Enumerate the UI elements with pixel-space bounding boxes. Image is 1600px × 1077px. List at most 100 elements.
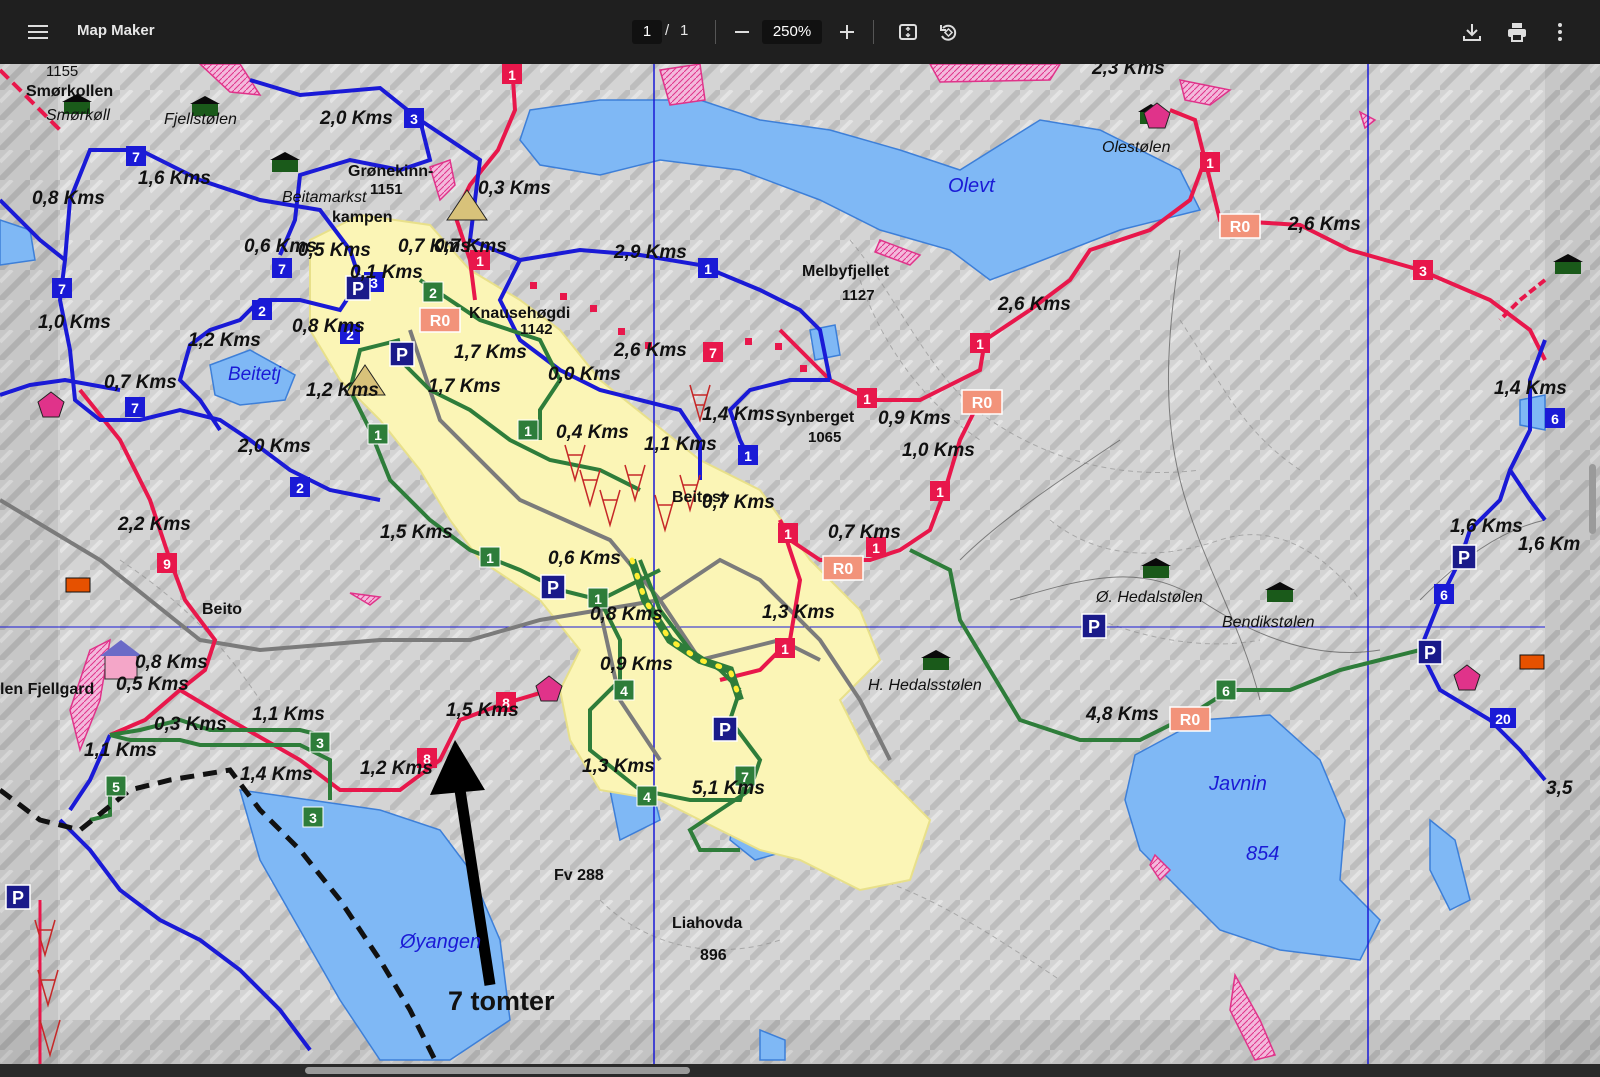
parking-label: P xyxy=(396,345,408,365)
svg-text:1: 1 xyxy=(508,67,516,83)
svg-text:2: 2 xyxy=(258,303,266,319)
svg-text:20: 20 xyxy=(1495,711,1511,727)
fit-page-button[interactable] xyxy=(895,20,921,44)
distance-label: 0,7 Kms xyxy=(702,492,775,513)
app-title: Map Maker xyxy=(77,22,155,39)
svg-text:3: 3 xyxy=(309,810,317,826)
distance-label: 0,8 Kms xyxy=(135,652,208,673)
distance-label: 0,7 Kms xyxy=(828,522,901,543)
place-label: Øyangen xyxy=(399,931,481,953)
parking-label: P xyxy=(12,888,24,908)
parking-label: P xyxy=(1424,643,1436,663)
distance-label: 2,9 Kms xyxy=(613,242,687,263)
page-number-input[interactable]: 1 xyxy=(632,20,662,44)
svg-text:1: 1 xyxy=(524,423,532,439)
svg-text:9: 9 xyxy=(163,556,171,572)
svg-text:2: 2 xyxy=(296,480,304,496)
place-label: kampen xyxy=(332,209,392,226)
svg-text:1: 1 xyxy=(976,336,984,352)
svg-text:1: 1 xyxy=(1206,155,1214,171)
distance-label: 1,0 Kms xyxy=(902,440,975,461)
distance-label: 1,4 Kms xyxy=(702,404,775,425)
rotate-icon xyxy=(940,24,957,41)
distance-label: 2,6 Kms xyxy=(1287,214,1361,235)
distance-label: 1,4 Kms xyxy=(1494,378,1567,399)
page-margin-bottom xyxy=(0,1020,1600,1064)
distance-label: 0,8 Kms xyxy=(292,316,365,337)
parking-label: P xyxy=(1088,617,1100,637)
svg-text:1: 1 xyxy=(744,448,752,464)
page-total: 1 xyxy=(680,22,689,39)
distance-label: 0,7 Kms xyxy=(104,372,177,393)
download-icon xyxy=(1463,24,1481,41)
r0-label: R0 xyxy=(1180,712,1201,729)
map-page[interactable]: 11311111191887 377722721166203 21 1114746… xyxy=(0,64,1600,1064)
zoom-out-button[interactable] xyxy=(730,20,754,44)
rotate-button[interactable] xyxy=(935,20,961,44)
place-label: 1065 xyxy=(808,429,841,446)
toolbar-divider xyxy=(873,20,874,44)
fit-page-icon xyxy=(899,24,917,40)
distance-label: 1,2 Kms xyxy=(360,758,433,779)
svg-text:6: 6 xyxy=(1222,683,1230,699)
distance-label: 0,6 Kms xyxy=(548,548,621,569)
print-icon xyxy=(1508,23,1526,42)
svg-text:3: 3 xyxy=(410,111,418,127)
distance-label: 2,6 Kms xyxy=(613,340,687,361)
distance-label: 1,6 Kms xyxy=(1450,516,1523,537)
distance-label: 1,3 Kms xyxy=(762,602,835,623)
distance-label: 0,3 Kms xyxy=(154,714,227,735)
distance-label: 0,8 Kms xyxy=(590,604,663,625)
place-label: Fv 288 xyxy=(554,867,604,884)
place-label: Beitetj xyxy=(228,364,282,385)
distance-label: 0,8 Kms xyxy=(32,188,105,209)
place-label: 1155 xyxy=(46,64,78,80)
distance-label: 1,1 Kms xyxy=(84,740,157,761)
distance-label: 1,4 Kms xyxy=(240,764,313,785)
place-label: 1142 xyxy=(520,321,553,338)
svg-text:5: 5 xyxy=(112,779,120,795)
place-label: Liahovda xyxy=(672,915,742,932)
distance-label: 0,9 Kms xyxy=(878,408,951,429)
distance-label: 0,3 Kms xyxy=(478,178,551,199)
zoom-out-icon xyxy=(735,31,749,33)
svg-text:1: 1 xyxy=(781,641,789,657)
distance-label: 1,1 Kms xyxy=(252,704,325,725)
svg-text:7: 7 xyxy=(58,281,66,297)
distance-label: 0,5 Kms xyxy=(116,674,189,695)
svg-text:3: 3 xyxy=(316,735,324,751)
distance-label: 0,9 Kms xyxy=(600,654,673,675)
horizontal-scrollbar-thumb[interactable] xyxy=(305,1067,690,1074)
document-viewer[interactable]: 11311111191887 3 7 7 7 2 2 7 2 1 1 6 6 20 3 211114746… xyxy=(0,64,1600,1064)
page-separator: / xyxy=(665,22,670,39)
place-label: Beito xyxy=(202,601,242,618)
menu-icon xyxy=(28,25,48,39)
page-margin-left xyxy=(0,64,58,1064)
print-button[interactable] xyxy=(1503,18,1531,46)
zoom-in-button[interactable] xyxy=(835,20,859,44)
parking-label: P xyxy=(1458,548,1470,568)
cabin-icon xyxy=(1519,654,1545,670)
parking-label: P xyxy=(547,578,559,598)
svg-text:4: 4 xyxy=(620,683,628,699)
svg-text:6: 6 xyxy=(1440,587,1448,603)
distance-label: 1,7 Kms xyxy=(428,376,501,397)
parking-label: P xyxy=(719,720,731,740)
distance-label: 1,0 Kms xyxy=(38,312,111,333)
download-button[interactable] xyxy=(1458,18,1486,46)
horizontal-scrollbar[interactable] xyxy=(0,1064,1600,1077)
distance-label: 4,8 Kms xyxy=(1085,704,1159,725)
place-label: Olestølen xyxy=(1102,139,1171,156)
more-options-button[interactable] xyxy=(1548,18,1572,46)
distance-label: 1,2 Kms xyxy=(188,330,261,351)
place-label: len Fjellgard xyxy=(0,681,94,698)
place-label: Grønekinn- xyxy=(348,163,433,180)
distance-label: 1,1 Kms xyxy=(644,434,717,455)
menu-button[interactable] xyxy=(24,20,52,44)
distance-label: 2,6 Kms xyxy=(997,294,1071,315)
distance-label: 1,7 Kms xyxy=(454,342,527,363)
vertical-scrollbar-thumb[interactable] xyxy=(1589,464,1596,534)
svg-text:1: 1 xyxy=(704,261,712,277)
zoom-level-input[interactable]: 250% xyxy=(762,20,822,44)
page-margin-right xyxy=(1545,64,1600,1064)
